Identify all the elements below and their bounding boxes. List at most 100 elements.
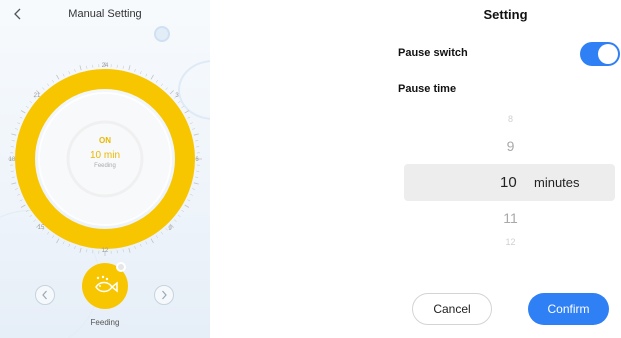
- dial-tick-6: 6: [195, 157, 199, 163]
- dial-tick-mark: [19, 116, 23, 119]
- dial-tick-mark: [128, 247, 131, 253]
- chevron-right-icon: [162, 290, 167, 300]
- picker-unit: minutes: [534, 175, 580, 190]
- confirm-button[interactable]: Confirm: [528, 293, 609, 325]
- dial-tick-mark: [25, 209, 29, 212]
- feeding-status-dot: [116, 262, 126, 272]
- dial-tick-mark: [79, 247, 82, 253]
- dial-tick-21: 21: [34, 93, 41, 99]
- page-title: Manual Setting: [68, 8, 142, 20]
- picker-option[interactable]: 8: [390, 114, 621, 124]
- dial-tick-mark: [79, 65, 82, 71]
- dial-tick-mark: [68, 71, 71, 75]
- dial-tick-mark: [177, 214, 181, 218]
- dial-tick-mark: [145, 241, 148, 245]
- dial-tick-mark: [160, 231, 164, 235]
- cancel-button[interactable]: Cancel: [412, 293, 492, 325]
- dial-tick-mark: [177, 100, 181, 104]
- dial-tick-mark: [139, 243, 142, 247]
- dial-tick-mark: [145, 73, 148, 77]
- dial-tick-mark: [62, 241, 65, 245]
- dial-tick-mark: [184, 110, 190, 114]
- pause-switch-toggle[interactable]: [580, 42, 620, 66]
- dial-tick-mark: [189, 122, 193, 125]
- dial-tick-mark: [56, 74, 60, 80]
- dial-tick-mark: [11, 140, 15, 142]
- dial-tick-15: 15: [38, 225, 45, 231]
- picker-option[interactable]: 9: [390, 138, 621, 154]
- dial-tick-mark: [11, 133, 17, 136]
- dial-tick-mark: [56, 238, 60, 244]
- dial-tick-mark: [189, 193, 193, 196]
- dial-tick-mark: [192, 188, 196, 190]
- status-on-text: ON: [99, 136, 111, 145]
- dial-tick-mark: [165, 228, 168, 231]
- dial-tick-mark: [128, 65, 131, 71]
- dial-tick-mark: [74, 246, 76, 250]
- dial-tick-mark: [139, 71, 142, 75]
- dial-tick-mark: [150, 238, 154, 244]
- toggle-knob: [598, 44, 618, 64]
- dial-tick-mark: [20, 204, 26, 208]
- dial-tick-mark: [192, 128, 196, 130]
- dial-tick-mark: [20, 110, 26, 114]
- fish-feeding-icon: [95, 275, 118, 293]
- dial-tick-mark: [181, 106, 185, 109]
- dial-tick-mark: [193, 182, 199, 185]
- setting-dialog: Setting Pause switch Pause time 8 9 10 m…: [390, 0, 621, 338]
- pause-time-picker[interactable]: 8 9 10 minutes 11 12: [390, 110, 621, 250]
- picker-option[interactable]: 12: [390, 237, 621, 247]
- dial-tick-mark: [86, 249, 88, 253]
- dial-tick-mark: [150, 74, 154, 80]
- dial-tick-mark: [184, 204, 190, 208]
- dial-tick-mark: [46, 83, 50, 87]
- dial-tick-mark: [74, 68, 76, 72]
- dial-tick-mark: [134, 246, 136, 250]
- dial-tick-mark: [52, 235, 55, 239]
- decorative-bubble: [154, 26, 170, 42]
- picker-option[interactable]: 11: [390, 210, 621, 226]
- dial-tick-mark: [174, 219, 177, 222]
- manual-setting-panel: Manual Setting 24 3 6 9 12 15 18 21 ON 1…: [0, 0, 210, 338]
- dial-tick-mark: [122, 249, 124, 253]
- mode-text: Feeding: [94, 163, 116, 169]
- dial-tick-mark: [14, 128, 18, 130]
- dial-tick-mark: [155, 235, 158, 239]
- dial-tick-9: 9: [168, 226, 172, 232]
- dial-tick-mark: [29, 214, 33, 218]
- dial-tick-3: 3: [175, 93, 179, 99]
- next-button[interactable]: [154, 285, 174, 305]
- chevron-left-icon: [42, 290, 47, 300]
- dial-tick-mark: [187, 116, 191, 119]
- dialog-title: Setting: [483, 7, 528, 22]
- dial-tick-mark: [11, 176, 15, 178]
- previous-button[interactable]: [35, 285, 55, 305]
- dial-tick-mark: [25, 106, 29, 109]
- dial-tick-mark: [86, 65, 88, 69]
- dial-tick-mark: [17, 193, 21, 196]
- dial-tick-mark: [33, 219, 36, 222]
- picker-selected-value[interactable]: 10: [500, 174, 517, 191]
- dial-tick-mark: [169, 90, 174, 95]
- dial-tick-mark: [29, 100, 33, 104]
- dial-tick-mark: [19, 199, 23, 202]
- pause-time-label: Pause time: [398, 83, 457, 95]
- dial-tick-mark: [134, 68, 136, 72]
- dial-tick-mark: [68, 243, 71, 247]
- dial-tick-mark: [195, 176, 199, 178]
- dial-tick-mark: [62, 73, 65, 77]
- dial-tick-mark: [17, 122, 21, 125]
- dial-tick-mark: [11, 182, 17, 185]
- dial-tick-mark: [160, 83, 164, 87]
- dial-tick-mark: [122, 65, 124, 69]
- dial-tick-mark: [155, 79, 158, 83]
- dial-tick-mark: [195, 140, 199, 142]
- dial-center-readout: ON 10 min Feeding: [66, 126, 144, 186]
- dial-tick-24: 24: [102, 63, 109, 69]
- feeding-label: Feeding: [90, 318, 120, 327]
- dial-tick-18: 18: [9, 157, 16, 163]
- dial-tick-mark: [14, 188, 18, 190]
- dial-tick-mark: [46, 231, 50, 235]
- pause-switch-label: Pause switch: [398, 47, 468, 59]
- dial-tick-mark: [193, 133, 199, 136]
